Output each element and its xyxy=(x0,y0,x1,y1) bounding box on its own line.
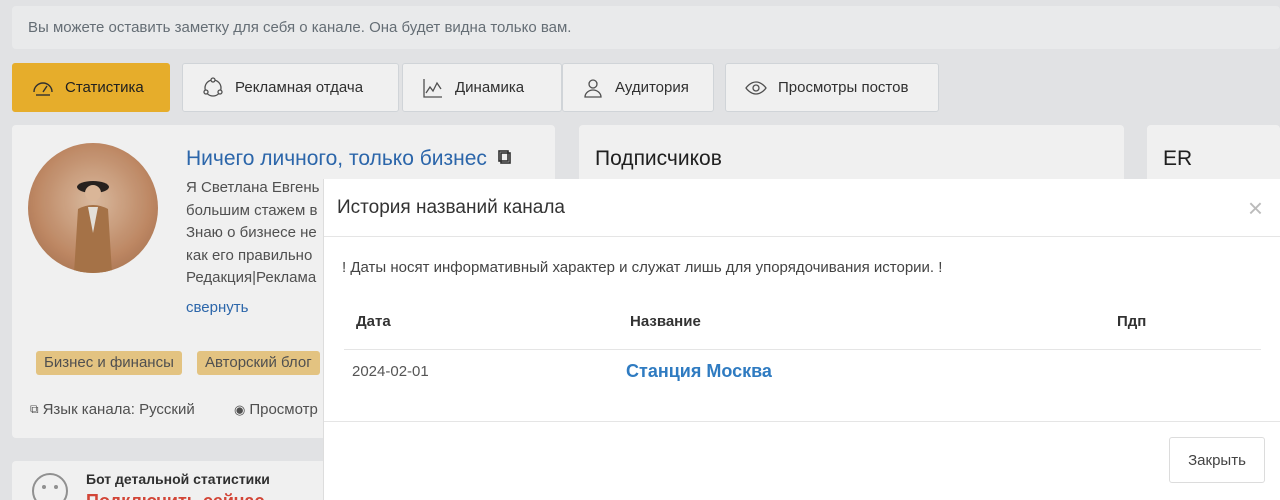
close-button[interactable]: Закрыть xyxy=(1169,437,1265,483)
modal-header: История названий канала × xyxy=(324,179,1280,237)
column-header-date: Дата xyxy=(356,313,391,330)
column-header-pdp: Пдп xyxy=(1117,313,1147,330)
page-background: Вы можете оставить заметку для себя о ка… xyxy=(0,0,1280,500)
table-divider xyxy=(344,349,1261,350)
table-row-name-link[interactable]: Станция Москва xyxy=(626,361,772,382)
modal-title: История названий канала xyxy=(337,197,565,218)
modal-footer-divider xyxy=(324,421,1280,422)
column-header-name: Название xyxy=(630,313,701,330)
table-row-date: 2024-02-01 xyxy=(352,363,429,380)
modal-disclaimer: ! Даты носят информативный характер и сл… xyxy=(342,259,943,276)
close-icon[interactable]: × xyxy=(1248,195,1263,221)
name-history-modal: История названий канала × ! Даты носят и… xyxy=(323,179,1280,500)
